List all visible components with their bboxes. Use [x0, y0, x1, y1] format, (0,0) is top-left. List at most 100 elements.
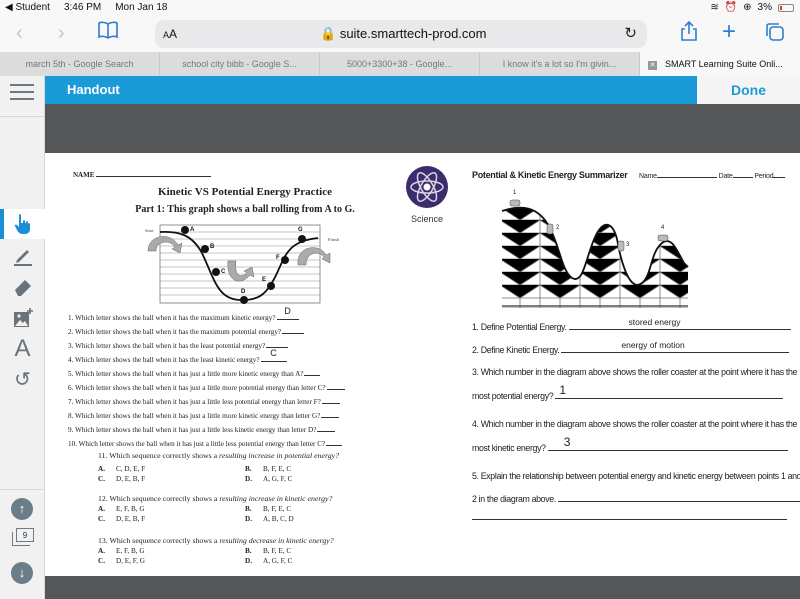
done-button[interactable]: Done	[697, 76, 800, 104]
answer-field[interactable]: stored energy	[568, 317, 791, 330]
page-count-indicator[interactable]: 9	[12, 528, 36, 548]
mc-option[interactable]: A. E, F, B, G	[98, 505, 145, 513]
menu-hamburger-icon[interactable]	[10, 84, 34, 102]
option-text: E, F, B, G	[116, 547, 145, 555]
mc-option[interactable]: A. E, F, B, G	[98, 547, 145, 555]
undo-icon: ↺	[14, 369, 31, 391]
question-text: most potential energy?	[472, 391, 554, 401]
answer-field[interactable]	[317, 424, 336, 432]
question-text: 2. Define Kinetic Energy.	[472, 345, 560, 355]
diagram-frame	[159, 224, 321, 304]
screen: ◀ Student 3:46 PM Mon Jan 18 ≋ ⏰ ⊕ 3% ‹ …	[0, 0, 800, 599]
ball-c	[212, 268, 220, 276]
answer-field[interactable]	[326, 382, 345, 390]
answer-field[interactable]: 1	[555, 383, 784, 399]
add-image-tool-button[interactable]	[0, 303, 45, 333]
mc-option[interactable]: B. B, F, E, C	[245, 465, 291, 473]
mc-prefix: 13. Which sequence correctly shows a	[98, 536, 220, 545]
answer-field[interactable]	[266, 340, 289, 348]
worksheet-subtitle: Part 1: This graph shows a ball rolling …	[135, 204, 355, 215]
name-blank	[96, 170, 212, 177]
question-text: most kinetic energy?	[472, 443, 546, 453]
option-text: A, B, C, D	[263, 515, 294, 523]
active-tab-label: SMART Learning Suite Onli...	[665, 59, 783, 69]
period-blank[interactable]	[773, 171, 786, 178]
answer-field[interactable]	[321, 396, 340, 404]
answer-field[interactable]	[282, 326, 305, 334]
roller-coaster-diagram: 1 2 3 4	[501, 190, 689, 308]
summarizer-header-fields: Name Date Period	[639, 171, 786, 180]
answer-field[interactable]	[326, 438, 343, 446]
option-letter: B.	[245, 465, 252, 473]
mc-option[interactable]: B. B, F, E, C	[245, 505, 291, 513]
summarizer-question-4: 4. Which number in the diagram above sho…	[472, 419, 798, 429]
mc-option[interactable]: C. D, E, B, F	[98, 475, 145, 483]
answer-field[interactable]	[557, 492, 800, 502]
share-icon[interactable]	[680, 20, 698, 48]
point-label: A	[190, 227, 195, 233]
bookmarks-icon[interactable]	[98, 21, 118, 44]
option-letter: D.	[245, 557, 252, 565]
mc-option[interactable]: D. A, G, F, C	[245, 475, 292, 483]
browser-tab[interactable]: march 5th - Google Search	[0, 52, 160, 76]
mc-option[interactable]: D. A, B, C, D	[245, 515, 294, 523]
answer-field[interactable]: D	[276, 306, 299, 320]
browser-tab-active[interactable]: ✕ SMART Learning Suite Onli...	[640, 52, 800, 76]
back-button[interactable]: ‹	[16, 22, 23, 45]
date-blank[interactable]	[732, 171, 753, 178]
select-tool-button[interactable]	[0, 209, 45, 239]
answer-field[interactable]: energy of motion	[561, 340, 790, 353]
question-text: 8. Which letter shows the ball when it h…	[68, 412, 321, 420]
coaster-point-label: 1	[513, 190, 517, 196]
page-down-button[interactable]: ↓	[11, 562, 33, 584]
option-letter: A.	[98, 505, 105, 513]
mc-emphasis: resulting increase in potential energy	[219, 451, 336, 460]
answer-field[interactable]	[321, 410, 340, 418]
close-tab-icon[interactable]: ✕	[648, 61, 657, 70]
text-tool-button[interactable]: A	[0, 334, 45, 364]
browser-tab[interactable]: 5000+3300+38 - Google...	[320, 52, 480, 76]
option-letter: A.	[98, 547, 105, 555]
option-text: D, E, F, G	[116, 557, 145, 565]
question-7: 7. Which letter shows the ball when it h…	[68, 396, 340, 406]
mc-option[interactable]: B. B, F, E, C	[245, 547, 291, 555]
answer-field[interactable]: 3	[547, 435, 788, 451]
summarizer-question-2: 2. Define Kinetic Energy. energy of motio…	[472, 340, 790, 355]
answer-field[interactable]: C	[260, 348, 287, 362]
question-text: 2 in the diagram above.	[472, 494, 556, 504]
new-tab-icon[interactable]: +	[722, 18, 736, 46]
mc-option[interactable]: C. D, E, F, G	[98, 557, 145, 565]
address-bar[interactable]: AA 🔒 suite.smarttech-prod.com ↻	[155, 20, 647, 48]
text-size-button[interactable]: AA	[163, 27, 177, 41]
header-title: Handout	[67, 82, 120, 97]
question-2: 2. Which letter shows the ball when it h…	[68, 326, 305, 336]
option-letter: C.	[98, 475, 105, 483]
mc-option[interactable]: A. C, D, E, F	[98, 465, 145, 473]
coaster-car	[546, 223, 554, 235]
question-text: 2. Which letter shows the ball when it h…	[68, 328, 282, 336]
summarizer-question-5: 5. Explain the relationship between pote…	[472, 471, 800, 481]
tabs-overview-icon[interactable]	[765, 22, 785, 48]
back-to-app-link[interactable]: ◀ Student	[5, 2, 50, 13]
ball-b	[201, 245, 209, 253]
handout-page[interactable]: NAME Kinetic VS Potential Energy Practic…	[45, 153, 800, 576]
coaster-point-label: 2	[556, 225, 560, 231]
page-up-button[interactable]: ↑	[11, 498, 33, 520]
pen-tool-button[interactable]	[0, 241, 45, 271]
answer-value: 1	[559, 383, 566, 397]
reload-icon[interactable]: ↻	[624, 24, 637, 42]
browser-tab[interactable]: school city bibb - Google S...	[160, 52, 320, 76]
ball-d	[240, 296, 248, 304]
name-blank[interactable]	[656, 171, 717, 178]
mc-prefix: 11. Which sequence correctly shows a	[98, 451, 220, 460]
add-image-icon	[13, 308, 33, 327]
browser-tab[interactable]: I know it's a lot so I'm givin...	[480, 52, 640, 76]
mc-option[interactable]: D. A, G, F, C	[245, 557, 292, 565]
answer-field[interactable]	[304, 368, 321, 376]
undo-button[interactable]: ↺	[0, 365, 45, 395]
browser-tab-bar: march 5th - Google Search school city bi…	[0, 52, 800, 76]
mc-option[interactable]: C. D, E, B, F	[98, 515, 145, 523]
forward-button[interactable]: ›	[58, 22, 65, 45]
answer-line[interactable]	[472, 519, 787, 520]
eraser-tool-button[interactable]	[0, 272, 45, 302]
